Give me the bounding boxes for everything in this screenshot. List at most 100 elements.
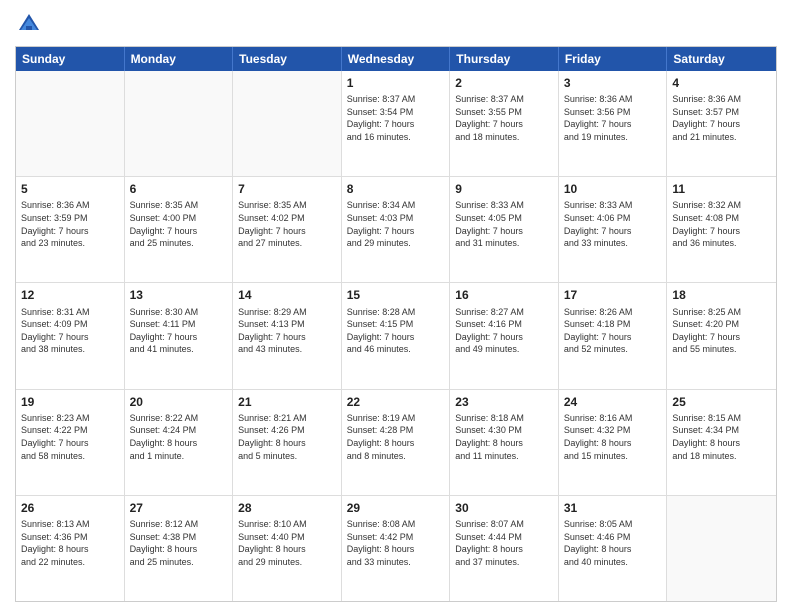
cal-cell-0-3: 1 Sunrise: 8:37 AM Sunset: 3:54 PM Daylig… [342,71,451,176]
cal-cell-1-1: 6 Sunrise: 8:35 AM Sunset: 4:00 PM Daylig… [125,177,234,282]
day-number: 21 [238,394,336,410]
header-day-thursday: Thursday [450,47,559,71]
header-day-wednesday: Wednesday [342,47,451,71]
cal-cell-3-4: 23 Sunrise: 8:18 AM Sunset: 4:30 PM Dayli… [450,390,559,495]
day-number: 15 [347,287,445,303]
day-number: 8 [347,181,445,197]
day-info: Sunrise: 8:07 AM Sunset: 4:44 PM Dayligh… [455,518,553,568]
day-number: 10 [564,181,662,197]
week-row-3: 19 Sunrise: 8:23 AM Sunset: 4:22 PM Dayli… [16,390,776,496]
cal-cell-0-5: 3 Sunrise: 8:36 AM Sunset: 3:56 PM Daylig… [559,71,668,176]
day-number: 2 [455,75,553,91]
cal-cell-2-2: 14 Sunrise: 8:29 AM Sunset: 4:13 PM Dayli… [233,283,342,388]
cal-cell-2-5: 17 Sunrise: 8:26 AM Sunset: 4:18 PM Dayli… [559,283,668,388]
day-info: Sunrise: 8:35 AM Sunset: 4:00 PM Dayligh… [130,199,228,249]
logo-icon [15,10,43,38]
cal-cell-2-6: 18 Sunrise: 8:25 AM Sunset: 4:20 PM Dayli… [667,283,776,388]
day-number: 9 [455,181,553,197]
day-info: Sunrise: 8:22 AM Sunset: 4:24 PM Dayligh… [130,412,228,462]
day-info: Sunrise: 8:36 AM Sunset: 3:59 PM Dayligh… [21,199,119,249]
day-number: 3 [564,75,662,91]
header-day-saturday: Saturday [667,47,776,71]
day-number: 27 [130,500,228,516]
cal-cell-3-2: 21Sunrise: 8:21 AM Sunset: 4:26 PM Dayli… [233,390,342,495]
week-row-4: 26Sunrise: 8:13 AM Sunset: 4:36 PM Dayli… [16,496,776,601]
day-info: Sunrise: 8:32 AM Sunset: 4:08 PM Dayligh… [672,199,771,249]
day-number: 18 [672,287,771,303]
cal-cell-1-5: 10 Sunrise: 8:33 AM Sunset: 4:06 PM Dayli… [559,177,668,282]
cal-cell-1-0: 5 Sunrise: 8:36 AM Sunset: 3:59 PM Daylig… [16,177,125,282]
day-info: Sunrise: 8:19 AM Sunset: 4:28 PM Dayligh… [347,412,445,462]
day-number: 28 [238,500,336,516]
cal-cell-0-2 [233,71,342,176]
day-info: Sunrise: 8:27 AM Sunset: 4:16 PM Dayligh… [455,306,553,356]
day-number: 24 [564,394,662,410]
day-info: Sunrise: 8:36 AM Sunset: 3:57 PM Dayligh… [672,93,771,143]
day-number: 1 [347,75,445,91]
day-info: Sunrise: 8:08 AM Sunset: 4:42 PM Dayligh… [347,518,445,568]
day-number: 13 [130,287,228,303]
day-info: Sunrise: 8:25 AM Sunset: 4:20 PM Dayligh… [672,306,771,356]
day-number: 22 [347,394,445,410]
day-info: Sunrise: 8:23 AM Sunset: 4:22 PM Dayligh… [21,412,119,462]
cal-cell-4-4: 30 Sunrise: 8:07 AM Sunset: 4:44 PM Dayli… [450,496,559,601]
day-number: 26 [21,500,119,516]
day-number: 29 [347,500,445,516]
day-number: 17 [564,287,662,303]
cal-cell-3-6: 25Sunrise: 8:15 AM Sunset: 4:34 PM Dayli… [667,390,776,495]
cal-cell-1-6: 11 Sunrise: 8:32 AM Sunset: 4:08 PM Dayli… [667,177,776,282]
day-info: Sunrise: 8:33 AM Sunset: 4:06 PM Dayligh… [564,199,662,249]
cal-cell-3-0: 19 Sunrise: 8:23 AM Sunset: 4:22 PM Dayli… [16,390,125,495]
cal-cell-4-0: 26Sunrise: 8:13 AM Sunset: 4:36 PM Dayli… [16,496,125,601]
day-info: Sunrise: 8:37 AM Sunset: 3:55 PM Dayligh… [455,93,553,143]
week-row-1: 5 Sunrise: 8:36 AM Sunset: 3:59 PM Daylig… [16,177,776,283]
cal-cell-2-4: 16 Sunrise: 8:27 AM Sunset: 4:16 PM Dayli… [450,283,559,388]
cal-cell-0-6: 4Sunrise: 8:36 AM Sunset: 3:57 PM Daylig… [667,71,776,176]
day-info: Sunrise: 8:26 AM Sunset: 4:18 PM Dayligh… [564,306,662,356]
day-number: 31 [564,500,662,516]
calendar: SundayMondayTuesdayWednesdayThursdayFrid… [15,46,777,602]
header-day-friday: Friday [559,47,668,71]
cal-cell-4-5: 31 Sunrise: 8:05 AM Sunset: 4:46 PM Dayli… [559,496,668,601]
cal-cell-4-3: 29 Sunrise: 8:08 AM Sunset: 4:42 PM Dayli… [342,496,451,601]
day-number: 19 [21,394,119,410]
day-info: Sunrise: 8:05 AM Sunset: 4:46 PM Dayligh… [564,518,662,568]
calendar-body: 1 Sunrise: 8:37 AM Sunset: 3:54 PM Daylig… [16,71,776,601]
calendar-header: SundayMondayTuesdayWednesdayThursdayFrid… [16,47,776,71]
day-number: 11 [672,181,771,197]
day-info: Sunrise: 8:18 AM Sunset: 4:30 PM Dayligh… [455,412,553,462]
day-info: Sunrise: 8:37 AM Sunset: 3:54 PM Dayligh… [347,93,445,143]
header-day-monday: Monday [125,47,234,71]
cal-cell-3-3: 22 Sunrise: 8:19 AM Sunset: 4:28 PM Dayli… [342,390,451,495]
cal-cell-2-0: 12Sunrise: 8:31 AM Sunset: 4:09 PM Dayli… [16,283,125,388]
cal-cell-0-4: 2 Sunrise: 8:37 AM Sunset: 3:55 PM Daylig… [450,71,559,176]
day-info: Sunrise: 8:31 AM Sunset: 4:09 PM Dayligh… [21,306,119,356]
day-info: Sunrise: 8:36 AM Sunset: 3:56 PM Dayligh… [564,93,662,143]
week-row-2: 12Sunrise: 8:31 AM Sunset: 4:09 PM Dayli… [16,283,776,389]
cal-cell-2-3: 15Sunrise: 8:28 AM Sunset: 4:15 PM Dayli… [342,283,451,388]
cal-cell-0-0 [16,71,125,176]
cal-cell-3-5: 24 Sunrise: 8:16 AM Sunset: 4:32 PM Dayli… [559,390,668,495]
day-info: Sunrise: 8:33 AM Sunset: 4:05 PM Dayligh… [455,199,553,249]
day-number: 23 [455,394,553,410]
day-info: Sunrise: 8:29 AM Sunset: 4:13 PM Dayligh… [238,306,336,356]
header-day-sunday: Sunday [16,47,125,71]
day-number: 5 [21,181,119,197]
cal-cell-4-6 [667,496,776,601]
day-info: Sunrise: 8:16 AM Sunset: 4:32 PM Dayligh… [564,412,662,462]
day-number: 7 [238,181,336,197]
cal-cell-3-1: 20 Sunrise: 8:22 AM Sunset: 4:24 PM Dayli… [125,390,234,495]
logo [15,10,47,38]
day-number: 6 [130,181,228,197]
day-info: Sunrise: 8:10 AM Sunset: 4:40 PM Dayligh… [238,518,336,568]
day-number: 14 [238,287,336,303]
day-info: Sunrise: 8:34 AM Sunset: 4:03 PM Dayligh… [347,199,445,249]
day-number: 16 [455,287,553,303]
day-number: 20 [130,394,228,410]
cal-cell-0-1 [125,71,234,176]
page: SundayMondayTuesdayWednesdayThursdayFrid… [0,0,792,612]
day-number: 30 [455,500,553,516]
cal-cell-2-1: 13Sunrise: 8:30 AM Sunset: 4:11 PM Dayli… [125,283,234,388]
header [15,10,777,38]
day-info: Sunrise: 8:15 AM Sunset: 4:34 PM Dayligh… [672,412,771,462]
